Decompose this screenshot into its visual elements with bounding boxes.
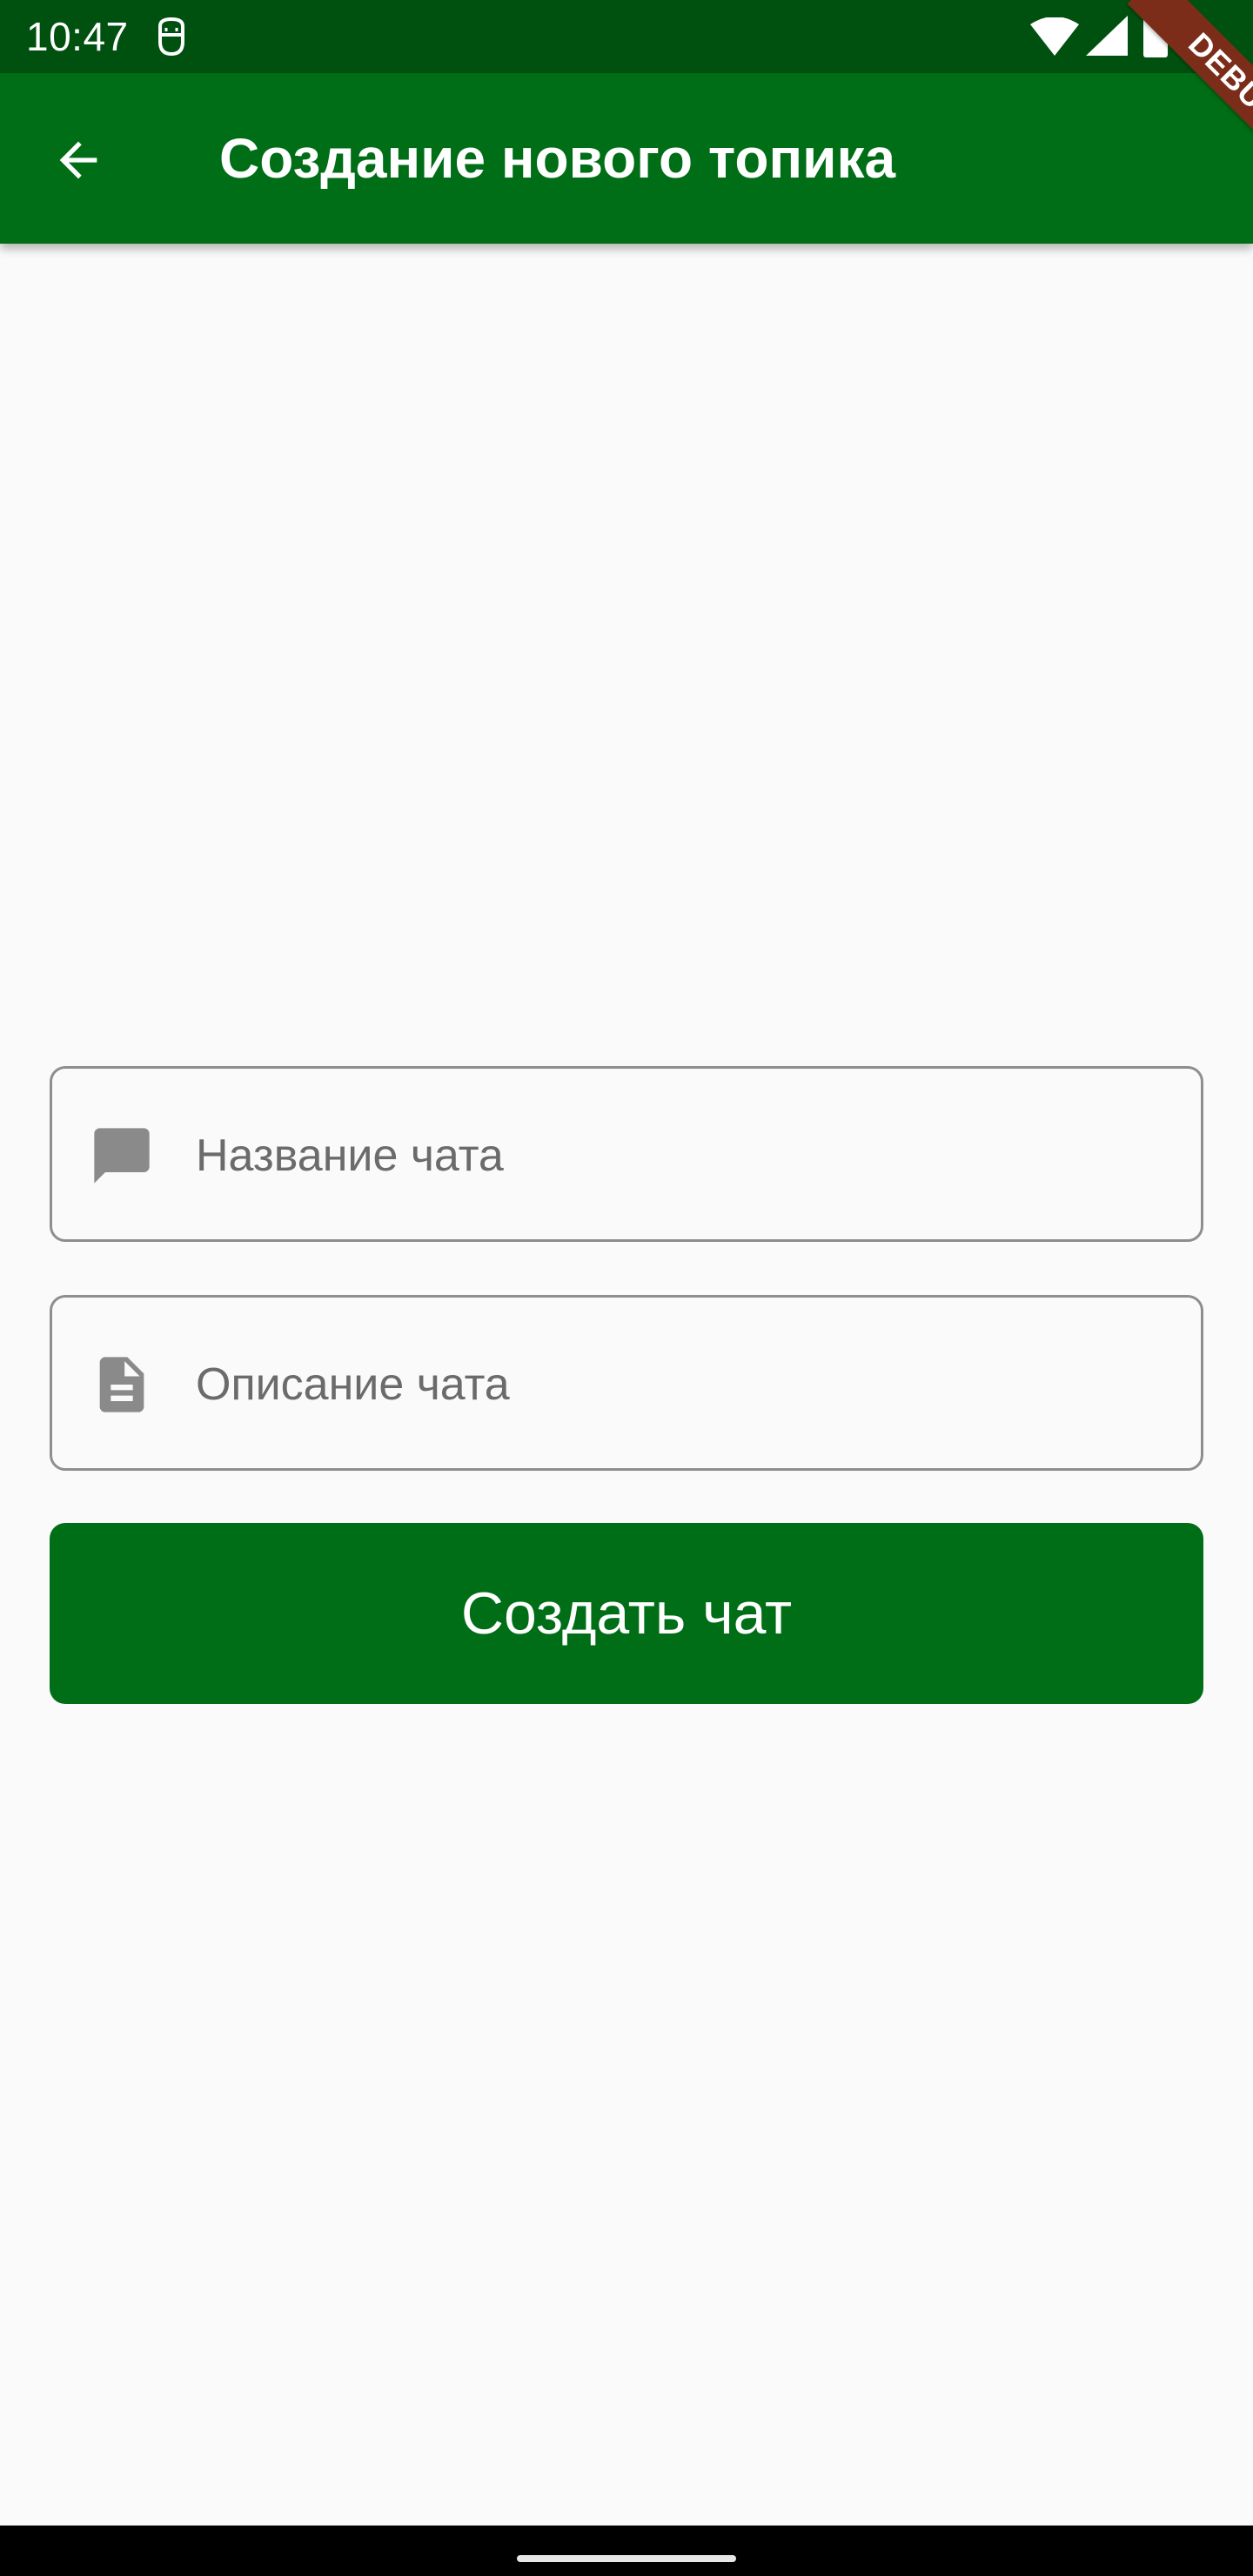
home-gesture-bar[interactable]: [517, 2555, 736, 2562]
document-icon: [99, 1357, 144, 1412]
system-nav-bar: [0, 2526, 1253, 2576]
chat-description-field[interactable]: [50, 1295, 1203, 1471]
status-bar: 10:47: [0, 0, 1253, 73]
wifi-icon: [1030, 17, 1079, 56]
status-time: 10:47: [26, 14, 129, 59]
back-button[interactable]: [37, 118, 120, 202]
chat-bubble-icon: [94, 1128, 150, 1184]
create-chat-button[interactable]: Создать чат: [50, 1523, 1203, 1704]
chat-description-input[interactable]: [196, 1332, 1170, 1437]
battery-icon: [1143, 14, 1168, 57]
chat-name-input[interactable]: [196, 1104, 1170, 1208]
app-bar: Создание нового топика: [0, 73, 1253, 244]
page-title: Создание нового топика: [219, 127, 896, 190]
signal-icon: [1086, 16, 1128, 56]
chat-name-field[interactable]: [50, 1066, 1203, 1242]
arrow-back-icon: [59, 141, 97, 179]
notification-face-icon: [158, 17, 184, 57]
